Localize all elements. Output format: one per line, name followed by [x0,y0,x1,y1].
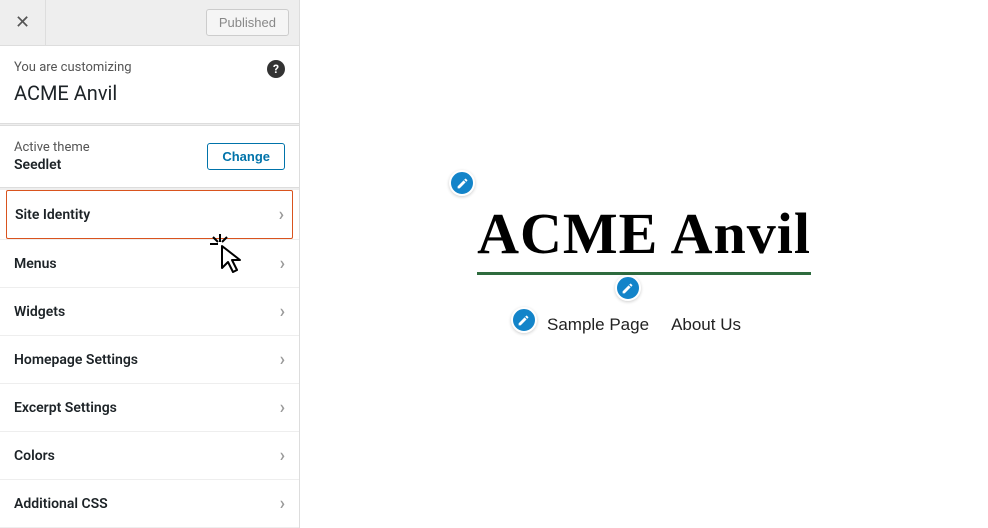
top-actions-bar: ✕ Published [0,0,299,46]
menu-item-site-identity[interactable]: Site Identity › [6,190,293,239]
help-icon[interactable]: ? [267,60,285,78]
menu-item-label: Site Identity [15,207,90,223]
customize-label: You are customizing [14,60,285,75]
publish-button[interactable]: Published [206,9,289,36]
close-icon: ✕ [15,12,30,33]
edit-shortcut-title[interactable] [449,170,475,196]
chevron-right-icon: › [279,204,284,225]
menu-item-colors[interactable]: Colors › [0,431,299,479]
menu-item-label: Widgets [14,304,65,320]
menu-item-menus[interactable]: Menus › [0,239,299,287]
nav-link-sample-page[interactable]: Sample Page [547,315,649,335]
nav-link-about-us[interactable]: About Us [671,315,741,335]
customizer-menu-list: Site Identity › Menus › Widgets › Homepa… [0,190,299,528]
edit-shortcut-nav[interactable] [615,275,641,301]
preview-site-title[interactable]: ACME Anvil [477,201,811,275]
site-preview: ACME Anvil Sample Page About Us [300,0,988,528]
chevron-right-icon: › [280,493,285,514]
close-button[interactable]: ✕ [0,0,46,46]
menu-item-widgets[interactable]: Widgets › [0,287,299,335]
pencil-icon [456,177,469,190]
active-theme-name: Seedlet [14,157,90,173]
chevron-right-icon: › [280,445,285,466]
preview-nav: Sample Page About Us [547,315,741,335]
theme-section: Active theme Seedlet Change [0,126,299,188]
menu-item-excerpt-settings[interactable]: Excerpt Settings › [0,383,299,431]
menu-item-label: Additional CSS [14,496,108,512]
change-theme-button[interactable]: Change [207,143,285,170]
theme-labels: Active theme Seedlet [14,140,90,173]
chevron-right-icon: › [280,301,285,322]
chevron-right-icon: › [280,349,285,370]
menu-item-label: Menus [14,256,57,272]
chevron-right-icon: › [280,397,285,418]
pencil-icon [621,282,634,295]
customizer-sidebar: ✕ Published You are customizing ACME Anv… [0,0,300,528]
pencil-icon [517,314,530,327]
chevron-right-icon: › [280,253,285,274]
menu-item-homepage-settings[interactable]: Homepage Settings › [0,335,299,383]
site-name: ACME Anvil [14,81,285,105]
menu-item-label: Excerpt Settings [14,400,117,416]
menu-item-label: Homepage Settings [14,352,138,368]
customize-header: You are customizing ACME Anvil ? [0,46,299,124]
preview-title-wrap: ACME Anvil [477,200,811,267]
menu-item-additional-css[interactable]: Additional CSS › [0,479,299,528]
edit-shortcut-nav-item[interactable] [511,307,537,333]
active-theme-label: Active theme [14,140,90,155]
menu-item-label: Colors [14,448,55,464]
